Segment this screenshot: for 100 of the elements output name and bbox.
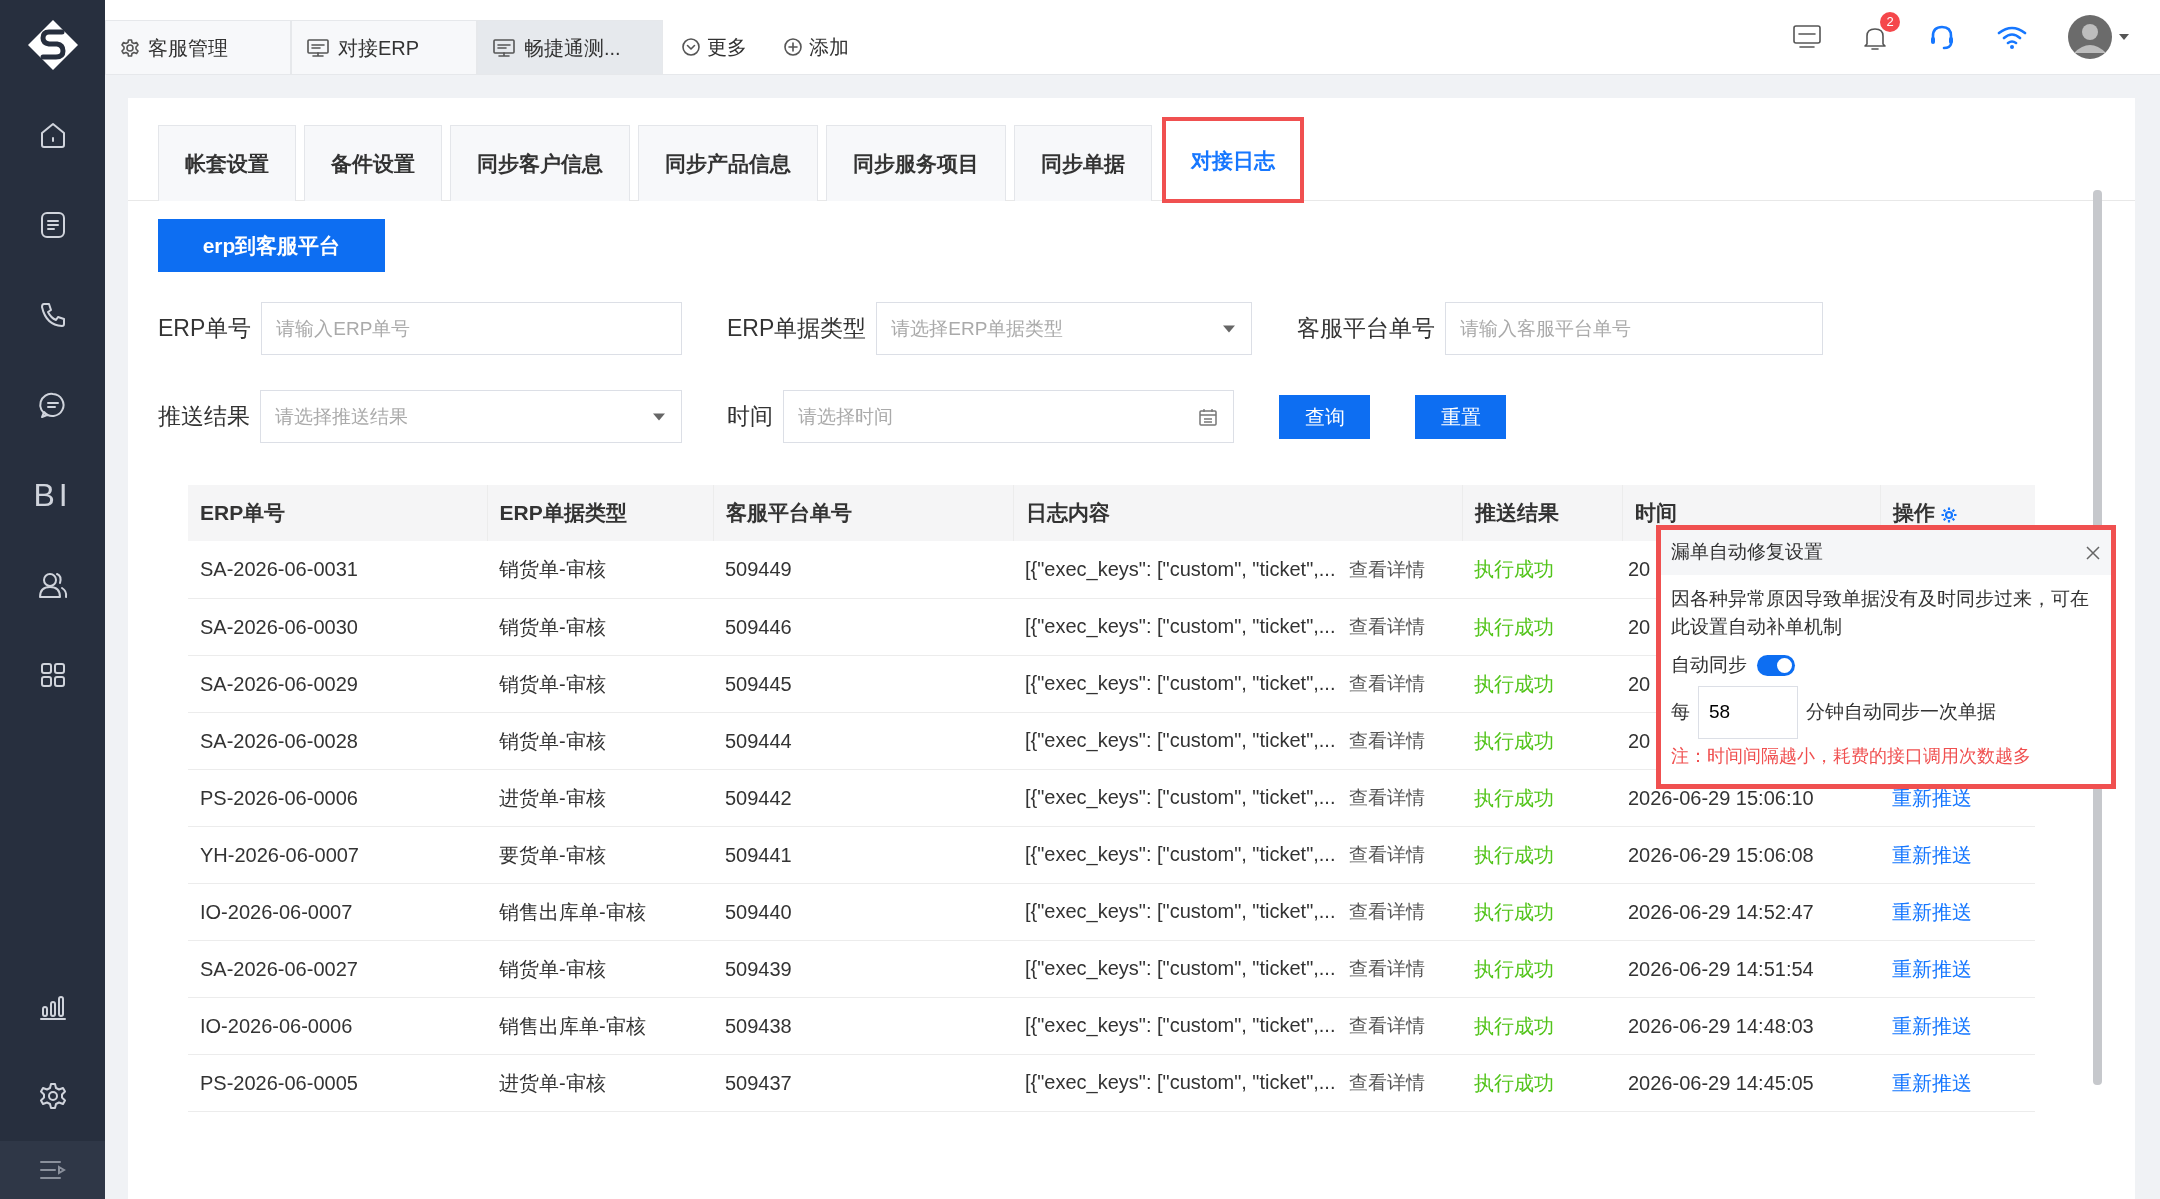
table-cell: 销货单-审核 [487,598,713,655]
interval-input[interactable]: 58 [1698,685,1798,739]
resend-link[interactable]: 重新推送 [1892,957,1972,980]
wifi-icon[interactable] [1996,24,2028,50]
details-link[interactable]: 查看详情 [1349,730,1426,752]
column-header-text: 操作 [1892,501,1935,525]
notification-badge: 2 [1880,11,1900,32]
table-cell: 2026-06-29 15:06:08 [1622,826,1880,883]
status-cell: 执行成功 [1462,883,1622,940]
table-cell: PS-2026-06-0006 [188,769,487,826]
table-cell: SA-2026-06-0027 [188,940,487,997]
settings-tab[interactable]: 对接日志 [1164,119,1302,201]
settings-icon[interactable] [37,1081,68,1111]
settings-tab[interactable]: 同步服务项目 [826,125,1006,201]
settings-tab[interactable]: 备件设置 [304,125,442,201]
status-cell: 执行成功 [1462,997,1622,1054]
table-cell: 进货单-审核 [487,769,713,826]
table-cell: IO-2026-06-0006 [188,997,487,1054]
field-label: ERP单据类型 [727,314,867,344]
log-text: [{"exec_keys": ["custom", "ticket",... [1025,843,1336,866]
resend-link[interactable]: 重新推送 [1892,843,1972,866]
details-link[interactable]: 查看详情 [1349,559,1426,580]
details-link[interactable]: 查看详情 [1349,1072,1426,1094]
field-label: ERP单号 [158,314,252,344]
table-cell: 2026-06-29 14:52:47 [1622,883,1880,940]
monitor-icon [306,37,330,58]
users-icon[interactable] [36,570,69,600]
settings-tab[interactable]: 帐套设置 [158,125,296,201]
table-cell: PS-2026-06-0005 [188,1054,487,1111]
nav-tab[interactable]: 畅捷通测... [477,20,663,74]
resend-link[interactable]: 重新推送 [1892,900,1972,923]
table-cell: SA-2026-06-0029 [188,655,487,712]
settings-tab[interactable]: 同步产品信息 [638,125,818,201]
table-cell: 进货单-审核 [487,1054,713,1111]
settings-tab[interactable]: 同步单据 [1014,125,1152,201]
status-cell: 执行成功 [1462,712,1622,769]
status-cell: 执行成功 [1462,940,1622,997]
bi-menu-item[interactable]: BI [33,471,72,519]
resend-link[interactable]: 重新推送 [1892,1014,1972,1037]
table-cell: 2026-06-29 14:45:05 [1622,1054,1880,1111]
log-text: [{"exec_keys": ["custom", "ticket",... [1025,729,1336,752]
resend-link[interactable]: 重新推送 [1892,786,1972,809]
date-field[interactable]: 请选择时间 [783,390,1234,443]
table-cell: 要货单-审核 [487,826,713,883]
status-cell: 执行成功 [1462,655,1622,712]
table-cell: 509441 [713,826,1013,883]
details-link[interactable]: 查看详情 [1349,787,1426,809]
table-cell: 2026-06-29 14:51:54 [1622,940,1880,997]
details-link[interactable]: 查看详情 [1349,901,1426,923]
column-header: ERP单据类型 [487,485,713,541]
nav-link[interactable]: 添加 [765,20,867,74]
direction-button[interactable]: erp到客服平台 [158,219,385,272]
details-link[interactable]: 查看详情 [1349,673,1426,695]
select-field[interactable]: 请选择推送结果 [260,390,682,443]
plus-circle-icon [783,37,803,57]
headset-icon[interactable] [1928,23,1956,51]
status-cell: 执行成功 [1462,826,1622,883]
table-cell: 509437 [713,1054,1013,1111]
reset-button[interactable]: 重置 [1415,394,1506,439]
toggle-switch[interactable] [1757,654,1795,676]
select-field[interactable]: 请选择ERP单据类型 [876,302,1252,355]
table-cell: 509444 [713,712,1013,769]
log-text: [{"exec_keys": ["custom", "ticket",... [1025,615,1336,638]
table-cell: 销售出库单-审核 [487,883,713,940]
details-link[interactable]: 查看详情 [1349,616,1426,638]
monitor-icon [492,37,516,58]
toggle-label: 自动同步 [1671,653,1747,677]
details-link[interactable]: 查看详情 [1349,958,1426,980]
details-link[interactable]: 查看详情 [1349,844,1426,866]
calendar-icon [1198,406,1218,427]
field-label: 时间 [727,402,773,432]
caret-icon[interactable] [2118,33,2130,41]
search-button[interactable]: 查询 [1279,394,1370,439]
table-cell: YH-2026-06-0007 [188,826,487,883]
avatar[interactable] [2068,15,2112,59]
popover-title: 漏单自动修复设置 [1671,540,1823,565]
nav-link[interactable]: 更多 [663,20,765,74]
nav-tab[interactable]: 客服管理 [105,20,291,74]
field-label: 客服平台单号 [1297,314,1435,344]
table-cell: 2026-06-29 14:48:03 [1622,997,1880,1054]
settings-tab[interactable]: 同步客户信息 [450,125,630,201]
resend-link[interactable]: 重新推送 [1892,1071,1972,1094]
chat-icon[interactable] [37,390,68,420]
details-link[interactable]: 查看详情 [1349,1015,1426,1037]
nav-tab[interactable]: 对接ERP [291,20,477,74]
collapse-menu-icon[interactable] [37,1158,68,1182]
log-text: [{"exec_keys": ["custom", "ticket",... [1025,957,1336,980]
table-cell: SA-2026-06-0030 [188,598,487,655]
input-field[interactable]: 请输入客服平台单号 [1445,302,1823,355]
table-cell: 销货单-审核 [487,940,713,997]
column-header: ERP单号 [188,485,487,541]
field-label: 推送结果 [158,402,250,432]
settings-icon [120,37,140,58]
column-header: 日志内容 [1013,485,1462,541]
log-text: [{"exec_keys": ["custom", "ticket",... [1025,1071,1336,1094]
log-text: [{"exec_keys": ["custom", "ticket",... [1025,558,1336,580]
status-cell: 执行成功 [1462,541,1622,598]
close-icon[interactable] [2085,544,2101,561]
input-field[interactable]: 请输入ERP单号 [261,302,682,355]
table-cell: IO-2026-06-0007 [188,883,487,940]
